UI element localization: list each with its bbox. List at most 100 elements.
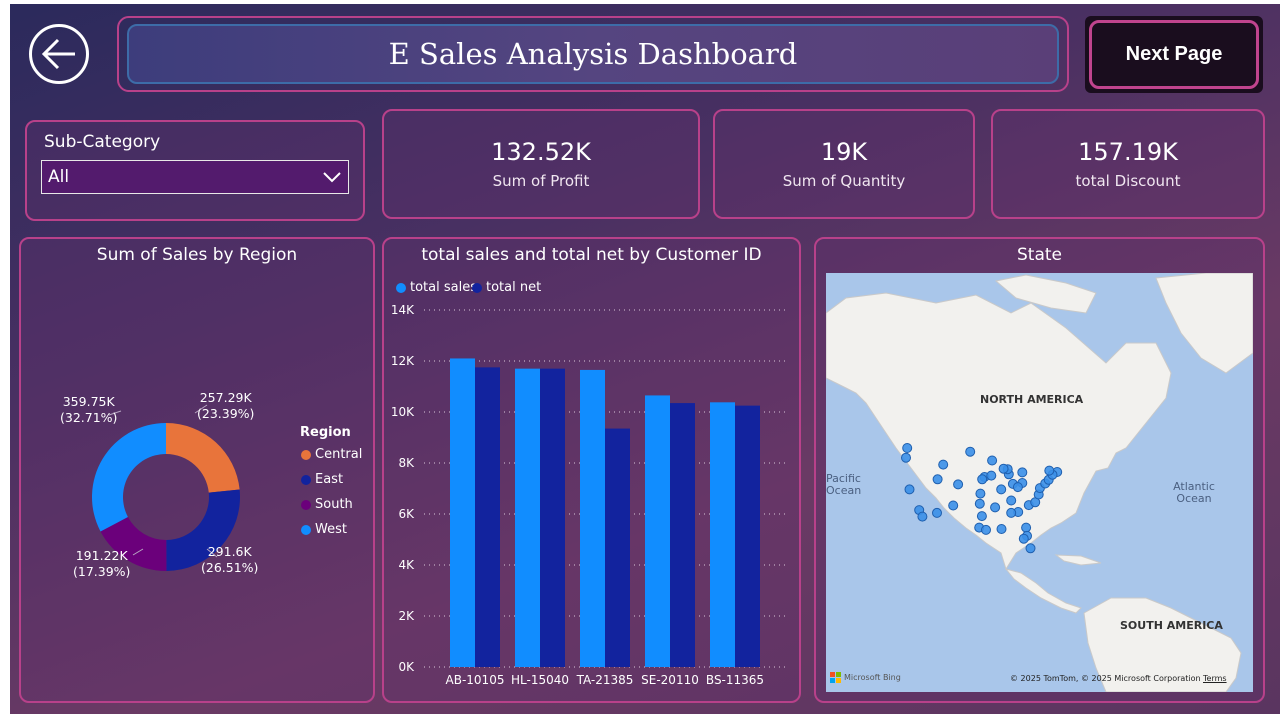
- state-marker[interactable]: [1012, 482, 1023, 493]
- page-title: E Sales Analysis Dashboard: [388, 37, 798, 71]
- bar-total-net-ta-21385[interactable]: [605, 428, 630, 667]
- title-frame: E Sales Analysis Dashboard: [117, 16, 1069, 92]
- kpi-value: 19K: [820, 138, 868, 166]
- bar-total-net-ab-10105[interactable]: [475, 367, 500, 667]
- arctic-islands: [994, 274, 1097, 314]
- bar-total-sales-ab-10105[interactable]: [450, 358, 475, 667]
- map-title: State: [1017, 245, 1062, 265]
- state-marker[interactable]: [974, 498, 985, 509]
- kpi-label: Sum of Profit: [492, 172, 590, 190]
- donut-slice-central[interactable]: [166, 423, 240, 493]
- state-marker[interactable]: [1006, 507, 1017, 518]
- bar-total-net-se-20110[interactable]: [670, 403, 695, 667]
- state-marker[interactable]: [953, 479, 964, 490]
- bar-total-sales-bs-11365[interactable]: [710, 402, 735, 667]
- state-marker[interactable]: [975, 488, 986, 499]
- legend-item-south[interactable]: South: [301, 497, 353, 512]
- state-marker[interactable]: [998, 463, 1009, 474]
- data-label-east: 291.6K (26.51%): [201, 544, 259, 575]
- y-tick-label: 10K: [391, 405, 415, 419]
- state-marker[interactable]: [948, 500, 959, 511]
- state-marker[interactable]: [996, 524, 1007, 534]
- state-marker[interactable]: [917, 511, 928, 522]
- central-america: [1004, 568, 1082, 614]
- x-tick-label: TA-21385: [576, 673, 634, 687]
- microsoft-logo-icon: [830, 672, 841, 683]
- legend-dot: [301, 449, 311, 460]
- y-tick-label: 0K: [398, 660, 415, 674]
- greenland: [1155, 273, 1253, 374]
- state-map-card: State NORTH AMERICA SOUTH AMERICA Pacifi…: [814, 237, 1265, 703]
- state-marker[interactable]: [1044, 465, 1055, 476]
- bar-total-net-hl-15040[interactable]: [540, 368, 565, 667]
- sales-by-region-card: Sum of Sales by Region Region Central Ea…: [19, 237, 375, 703]
- sub-category-slicer: Sub-Category All: [25, 120, 365, 221]
- x-tick-label: SE-20110: [641, 673, 699, 687]
- region-legend-title: Region: [300, 425, 351, 440]
- state-map[interactable]: NORTH AMERICA SOUTH AMERICA Pacific Ocea…: [826, 273, 1253, 692]
- state-marker[interactable]: [1025, 543, 1036, 554]
- state-marker[interactable]: [932, 474, 943, 485]
- state-marker[interactable]: [987, 455, 998, 466]
- state-marker[interactable]: [1018, 533, 1029, 544]
- state-marker[interactable]: [901, 452, 911, 463]
- kpi-label: Sum of Quantity: [782, 172, 906, 190]
- pacific-ocean-label: Pacific Ocean: [826, 472, 862, 497]
- kpi-total-discount: 157.19K total Discount: [991, 109, 1265, 219]
- legend-label: East: [315, 472, 344, 487]
- legend-dot: [301, 524, 311, 535]
- state-marker[interactable]: [1006, 495, 1017, 506]
- legend-item-east[interactable]: East: [301, 472, 343, 487]
- chevron-down-icon: [323, 172, 341, 183]
- map-copyright: © 2025 TomTom, © 2025 Microsoft Corporat…: [1010, 674, 1201, 683]
- state-marker[interactable]: [976, 511, 987, 522]
- back-button[interactable]: [29, 24, 89, 84]
- legend-dot: [301, 499, 311, 510]
- x-tick-label: HL-15040: [511, 673, 569, 687]
- legend-item-west[interactable]: West: [301, 522, 347, 537]
- state-marker[interactable]: [932, 507, 942, 518]
- kpi-label: total Discount: [1075, 172, 1181, 190]
- kpi-sum-of-profit: 132.52K Sum of Profit: [382, 109, 700, 219]
- y-tick-label: 6K: [398, 507, 415, 521]
- south-america-label: SOUTH AMERICA: [1120, 619, 1223, 632]
- arrow-left-icon: [41, 38, 75, 70]
- y-tick-label: 2K: [398, 609, 415, 623]
- sub-category-dropdown[interactable]: All: [41, 160, 349, 194]
- legend-label: South: [315, 497, 353, 512]
- state-marker[interactable]: [1017, 467, 1028, 478]
- kpi-value: 132.52K: [491, 138, 591, 166]
- bar-total-sales-hl-15040[interactable]: [515, 368, 540, 667]
- data-label-south: 191.22K (17.39%): [73, 548, 131, 579]
- slicer-title: Sub-Category: [44, 132, 161, 152]
- slicer-selected-value: All: [48, 167, 70, 187]
- next-page-button[interactable]: Next Page: [1085, 16, 1263, 93]
- state-marker[interactable]: [981, 524, 991, 535]
- x-tick-label: AB-10105: [446, 673, 505, 687]
- bar-total-net-bs-11365[interactable]: [735, 405, 760, 667]
- donut-chart: [91, 404, 240, 571]
- state-marker[interactable]: [990, 502, 1001, 513]
- y-tick-label: 14K: [391, 303, 415, 317]
- state-marker[interactable]: [986, 470, 997, 481]
- bar-total-sales-se-20110[interactable]: [645, 395, 670, 667]
- north-america-label: NORTH AMERICA: [980, 393, 1084, 406]
- map-terms-link[interactable]: Terms: [1203, 674, 1227, 683]
- atlantic-ocean-label: Atlantic Ocean: [1173, 480, 1215, 505]
- y-tick-label: 12K: [391, 354, 415, 368]
- state-marker[interactable]: [1021, 522, 1032, 533]
- y-tick-label: 8K: [398, 456, 415, 470]
- state-marker[interactable]: [996, 484, 1007, 495]
- x-tick-label: BS-11365: [706, 673, 764, 687]
- state-marker[interactable]: [904, 484, 915, 495]
- state-marker[interactable]: [977, 474, 988, 485]
- legend-label: Central: [315, 447, 363, 462]
- legend-label: West: [315, 522, 347, 537]
- state-marker[interactable]: [902, 443, 913, 453]
- state-marker[interactable]: [938, 459, 949, 470]
- bing-logo: Microsoft Bing: [830, 672, 901, 683]
- legend-item-central[interactable]: Central: [301, 447, 362, 462]
- state-marker[interactable]: [965, 446, 976, 457]
- donut-slice-west[interactable]: [91, 423, 166, 532]
- bar-total-sales-ta-21385[interactable]: [580, 369, 605, 667]
